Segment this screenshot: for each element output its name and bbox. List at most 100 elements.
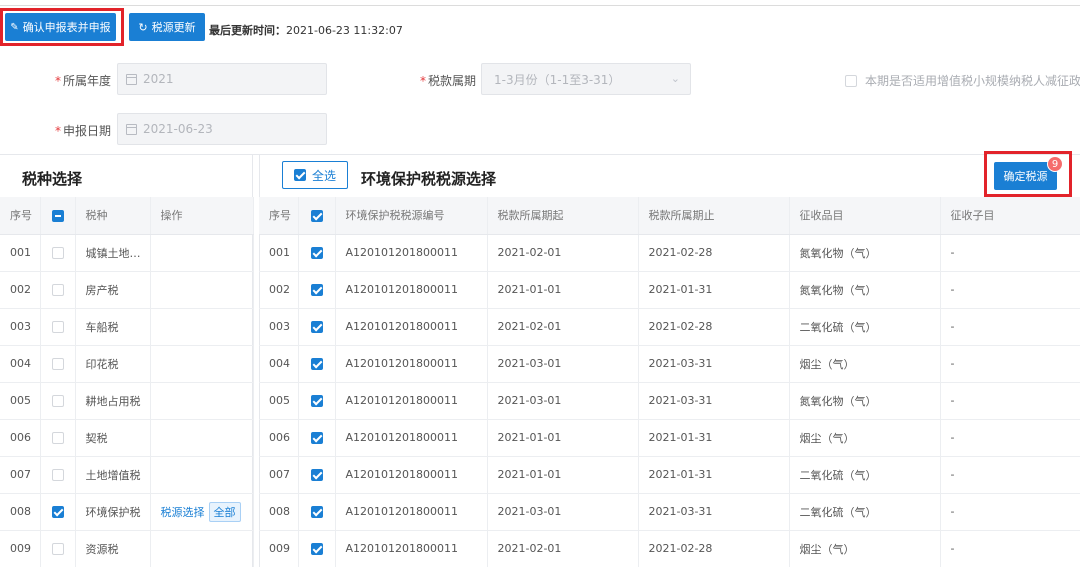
calendar-icon (126, 123, 137, 135)
last-update-value: 2021-06-23 11:32:07 (286, 24, 403, 37)
refresh-icon: ↻ (138, 21, 148, 34)
row-select-cell (40, 382, 76, 420)
row-period-start: 2021-02-01 (487, 308, 639, 346)
tax-source-row[interactable]: 009 A120101201800011 2021-02-01 2021-02-28 烟… (259, 530, 1080, 567)
row-checkbox[interactable] (310, 432, 323, 444)
tax-source-row[interactable]: 005 A120101201800011 2021-03-01 2021-03-31 氮… (259, 382, 1080, 420)
row-period-end: 2021-02-28 (638, 308, 790, 346)
tax-source-row[interactable]: 002 A120101201800011 2021-01-01 2021-01-31 氮… (259, 271, 1080, 309)
row-checkbox[interactable] (51, 395, 64, 407)
row-checkbox[interactable] (310, 321, 323, 333)
row-tax-name: 城镇土地使… (75, 234, 151, 272)
row-checkbox[interactable] (51, 284, 64, 296)
tax-type-row[interactable]: 003 车船税 (0, 308, 254, 346)
tax-source-table: 序号 环境保护税税源编号 税款所属期起 税款所属期止 征收品目 征收子目 001… (259, 197, 1080, 567)
policy-checkbox[interactable]: 本期是否适用增值税小规模纳税人减征政策 (845, 72, 1080, 89)
row-no: 008 (259, 493, 299, 531)
tax-type-row[interactable]: 007 土地增值税 (0, 456, 254, 494)
row-no: 007 (259, 456, 299, 494)
confirm-source-label: 确定税源 (1003, 171, 1048, 183)
row-no: 002 (0, 271, 41, 309)
period-label: * 税款属期 (420, 72, 476, 89)
row-checkbox[interactable] (310, 543, 323, 555)
row-checkbox[interactable] (51, 358, 64, 370)
row-select-cell (40, 530, 76, 567)
row-checkbox[interactable] (310, 284, 323, 296)
date-label: * 申报日期 (55, 122, 111, 139)
tax-type-row[interactable]: 002 房产税 (0, 271, 254, 309)
year-field[interactable]: 2021 (117, 63, 327, 95)
row-tax-name: 契税 (75, 419, 151, 457)
row-checkbox[interactable] (51, 321, 64, 333)
year-value: 2021 (143, 72, 174, 86)
tax-source-row[interactable]: 001 A120101201800011 2021-02-01 2021-02-28 氮… (259, 234, 1080, 272)
row-operation (150, 456, 254, 494)
row-checkbox[interactable] (310, 506, 323, 518)
row-levy-subitem: - (940, 419, 1080, 457)
tax-type-row[interactable]: 004 印花税 (0, 345, 254, 383)
tax-type-row[interactable]: 006 契税 (0, 419, 254, 457)
row-checkbox[interactable] (310, 358, 323, 370)
col-header-no: 序号 (0, 197, 41, 235)
row-no: 006 (0, 419, 41, 457)
row-checkbox[interactable] (51, 506, 64, 518)
select-all-tax-checkbox[interactable] (51, 209, 64, 222)
row-select-cell (298, 530, 336, 567)
row-period-end: 2021-01-31 (638, 456, 790, 494)
row-source-code: A120101201800011 (335, 271, 488, 309)
select-all-button[interactable]: 全选 (282, 161, 348, 189)
last-update-label: 最后更新时间： (209, 24, 286, 37)
col-header-item: 征收品目 (789, 197, 941, 235)
row-levy-item: 烟尘（气） (789, 419, 941, 457)
row-source-code: A120101201800011 (335, 456, 488, 494)
row-select-cell (40, 456, 76, 494)
row-select-cell (298, 308, 336, 346)
tax-source-row[interactable]: 004 A120101201800011 2021-03-01 2021-03-31 烟… (259, 345, 1080, 383)
row-checkbox[interactable] (310, 469, 323, 481)
row-period-end: 2021-03-31 (638, 493, 790, 531)
row-no: 003 (259, 308, 299, 346)
confirm-declare-button[interactable]: ✎ 确认申报表并申报 (5, 13, 116, 41)
confirm-declare-label: 确认申报表并申报 (22, 22, 111, 34)
row-source-code: A120101201800011 (335, 382, 488, 420)
period-select[interactable]: 1-3月份（1-1至3-31） ⌄ (481, 63, 691, 95)
tax-source-row[interactable]: 003 A120101201800011 2021-02-01 2021-02-28 二… (259, 308, 1080, 346)
tax-type-row[interactable]: 009 资源税 (0, 530, 254, 567)
row-levy-subitem: - (940, 234, 1080, 272)
tax-type-row[interactable]: 001 城镇土地使… (0, 234, 254, 272)
select-all-source-checkbox[interactable] (310, 209, 323, 222)
row-period-start: 2021-03-01 (487, 493, 639, 531)
row-checkbox[interactable] (310, 247, 323, 259)
row-checkbox[interactable] (310, 395, 323, 407)
row-period-start: 2021-03-01 (487, 382, 639, 420)
row-select-cell (298, 382, 336, 420)
col-header-sub: 征收子目 (940, 197, 1080, 235)
row-period-end: 2021-03-31 (638, 345, 790, 383)
row-operation (150, 382, 254, 420)
row-no: 008 (0, 493, 41, 531)
tax-type-row[interactable]: 005 耕地占用税 (0, 382, 254, 420)
tax-source-row[interactable]: 007 A120101201800011 2021-01-01 2021-01-31 二… (259, 456, 1080, 494)
row-checkbox[interactable] (51, 543, 64, 555)
chevron-down-icon: ⌄ (670, 72, 680, 85)
row-checkbox[interactable] (51, 432, 64, 444)
declare-date-field[interactable]: 2021-06-23 (117, 113, 327, 145)
row-select-cell (40, 419, 76, 457)
tax-source-row[interactable]: 006 A120101201800011 2021-01-01 2021-01-31 烟… (259, 419, 1080, 457)
refresh-source-button[interactable]: ↻ 税源更新 (129, 13, 205, 41)
tax-type-row[interactable]: 008 环境保护税 税源选择 全部 (0, 493, 254, 531)
row-select-cell (40, 308, 76, 346)
row-select-cell (40, 271, 76, 309)
row-checkbox[interactable] (51, 469, 64, 481)
col-header-code: 环境保护税税源编号 (335, 197, 488, 235)
row-checkbox[interactable] (51, 247, 64, 259)
source-select-link[interactable]: 税源选择 (161, 506, 205, 519)
row-period-end: 2021-01-31 (638, 419, 790, 457)
row-no: 009 (0, 530, 41, 567)
tax-source-row[interactable]: 008 A120101201800011 2021-03-01 2021-03-31 二… (259, 493, 1080, 531)
all-tag[interactable]: 全部 (208, 501, 241, 522)
row-levy-item: 二氧化硫（气） (789, 493, 941, 531)
row-select-cell (298, 493, 336, 531)
policy-checkbox-box[interactable] (845, 74, 857, 87)
tax-type-table: 序号 税种 操作 001 城镇土地使… 002 房产税 003 车船税 004 印花税 005 耕… (0, 197, 254, 567)
